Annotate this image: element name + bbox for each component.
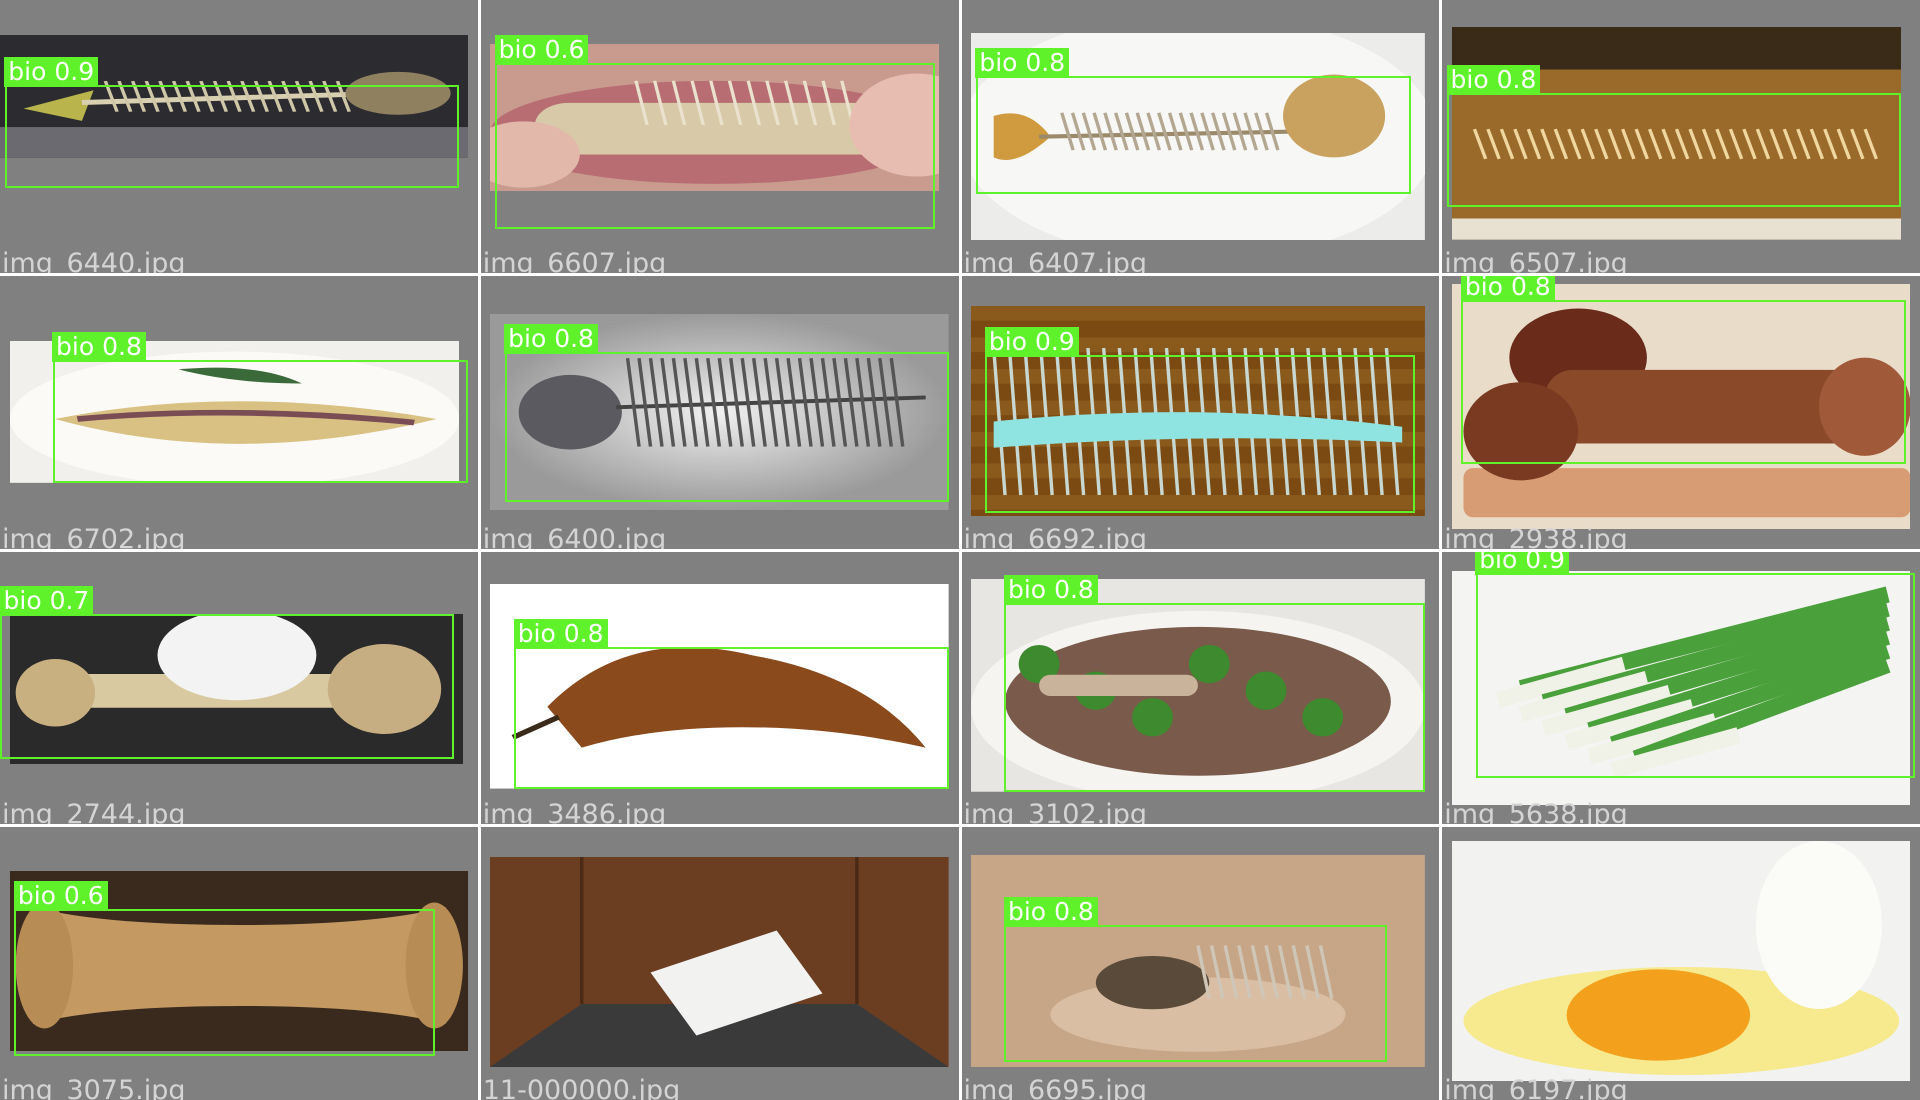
result-tile: bio 0.9 img_6692.jpg — [961, 275, 1440, 549]
detection-class: bio — [17, 881, 56, 911]
image-filename: img_6702.jpg — [2, 523, 186, 549]
detection-label: bio 0.7 — [0, 586, 94, 617]
detection-confidence: 0.8 — [1054, 897, 1094, 927]
image-filename: img_6507.jpg — [1444, 247, 1628, 273]
image-filename: img_6197.jpg — [1444, 1075, 1628, 1100]
image-filename: img_5638.jpg — [1444, 799, 1628, 825]
detection-label: bio 0.8 — [1446, 64, 1541, 95]
result-tile: 11-000000.jpg — [480, 827, 959, 1100]
detection-label: bio 0.8 — [1003, 575, 1098, 606]
image-filename: img_3486.jpg — [482, 799, 667, 825]
result-tile: bio 0.8 img_6407.jpg — [961, 0, 1440, 273]
detection-box: bio 0.6 — [13, 881, 435, 1057]
result-tile: img_6197.jpg — [1442, 827, 1920, 1100]
detection-class: bio — [498, 34, 537, 64]
detection-label: bio 0.9 — [1475, 551, 1570, 576]
detection-label: bio 0.6 — [13, 881, 108, 912]
detection-confidence: 0.8 — [1025, 48, 1066, 78]
detection-confidence: 0.8 — [563, 618, 604, 648]
detection-box: bio 0.8 — [1003, 897, 1387, 1062]
image-filename: img_3075.jpg — [2, 1075, 186, 1100]
detection-class: bio — [517, 618, 556, 648]
detection-box: bio 0.8 — [1460, 275, 1906, 464]
detection-confidence: 0.9 — [54, 56, 95, 86]
image-filename: 11-000000.jpg — [482, 1075, 681, 1100]
detection-label: bio 0.8 — [52, 332, 146, 363]
detection-confidence: 0.9 — [1525, 551, 1566, 575]
result-tile: bio 0.8 img_6702.jpg — [0, 275, 478, 549]
detection-confidence: 0.9 — [1034, 326, 1075, 356]
detection-confidence: 0.8 — [554, 324, 594, 354]
result-tile: bio 0.8 img_6400.jpg — [480, 275, 959, 549]
detection-box: bio 0.8 — [513, 618, 949, 789]
detection-box: bio 0.8 — [1003, 575, 1425, 792]
detection-box: bio 0.8 — [1446, 64, 1901, 208]
detection-class: bio — [988, 326, 1027, 356]
image-filename: img_3102.jpg — [963, 799, 1148, 825]
detection-label: bio 0.9 — [4, 56, 99, 87]
detection-box: bio 0.7 — [0, 586, 454, 759]
image-filename: img_6695.jpg — [963, 1075, 1148, 1100]
detection-label: bio 0.8 — [1003, 897, 1098, 928]
detection-class: bio — [1464, 275, 1503, 302]
detection-confidence: 0.8 — [1496, 64, 1537, 94]
detection-label: bio 0.9 — [984, 326, 1079, 357]
detection-label: bio 0.6 — [494, 34, 589, 65]
result-tile: bio 0.8 img_2938.jpg — [1442, 275, 1920, 549]
detection-class: bio — [508, 324, 547, 354]
detection-label: bio 0.8 — [513, 618, 608, 649]
detection-result-grid: bio 0.9 img_6440.jpg bio 0.6 img_6607.jpg … — [0, 0, 1920, 1100]
image-filename: img_6400.jpg — [482, 523, 667, 549]
detection-box: bio 0.6 — [494, 34, 935, 230]
result-tile: bio 0.8 img_3486.jpg — [480, 551, 959, 825]
image-filename: img_6692.jpg — [963, 523, 1148, 549]
result-tile: bio 0.8 img_6507.jpg — [1442, 0, 1920, 273]
result-tile: bio 0.9 img_5638.jpg — [1442, 551, 1920, 825]
detection-box: bio 0.9 — [4, 56, 459, 189]
white-box-in-elevator-photo — [490, 857, 949, 1068]
detection-label: bio 0.8 — [504, 324, 598, 355]
detection-confidence: 0.7 — [49, 586, 90, 616]
image-filename: img_6440.jpg — [2, 247, 186, 273]
detection-class: bio — [56, 332, 95, 362]
result-tile: bio 0.9 img_6440.jpg — [0, 0, 478, 273]
detection-box: bio 0.9 — [1475, 551, 1916, 778]
detection-label: bio 0.8 — [1460, 275, 1555, 303]
detection-class: bio — [1479, 551, 1518, 575]
detection-confidence: 0.8 — [102, 332, 142, 362]
detection-class: bio — [3, 586, 42, 616]
detection-box: bio 0.8 — [52, 332, 469, 484]
result-tile: bio 0.8 img_6695.jpg — [961, 827, 1440, 1100]
detection-label: bio 0.8 — [975, 48, 1070, 79]
detection-confidence: 0.6 — [544, 34, 585, 64]
detection-confidence: 0.6 — [63, 881, 104, 911]
image-filename: img_6407.jpg — [963, 247, 1148, 273]
detection-box: bio 0.9 — [984, 326, 1416, 514]
detection-class: bio — [979, 48, 1018, 78]
detection-class: bio — [8, 56, 47, 86]
detection-class: bio — [1007, 897, 1047, 927]
detection-class: bio — [1007, 575, 1047, 605]
detection-confidence: 0.8 — [1510, 275, 1551, 302]
cracked-egg-photo — [1451, 840, 1911, 1081]
result-tile: bio 0.8 img_3102.jpg — [961, 551, 1440, 825]
result-tile: bio 0.6 img_3075.jpg — [0, 827, 478, 1100]
detection-class: bio — [1450, 64, 1489, 94]
detection-confidence: 0.8 — [1054, 575, 1094, 605]
image-filename: img_2744.jpg — [2, 799, 186, 825]
detection-box: bio 0.8 — [975, 48, 1411, 194]
image-filename: img_6607.jpg — [482, 247, 667, 273]
image-filename: img_2938.jpg — [1444, 523, 1628, 549]
result-tile: bio 0.6 img_6607.jpg — [480, 0, 959, 273]
result-tile: bio 0.7 img_2744.jpg — [0, 551, 478, 825]
detection-box: bio 0.8 — [504, 324, 949, 503]
